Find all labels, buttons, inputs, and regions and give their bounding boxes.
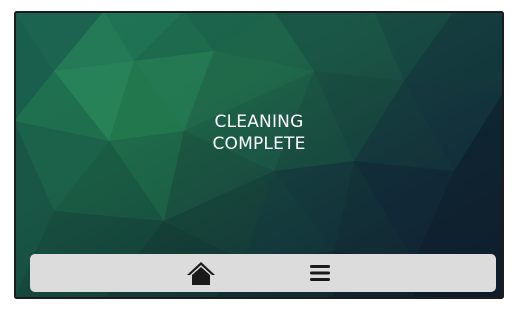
- menu-button[interactable]: [290, 254, 350, 292]
- status-message: CLEANING COMPLETE: [14, 111, 504, 155]
- home-button[interactable]: [171, 254, 231, 292]
- status-message-line2: COMPLETE: [212, 134, 306, 154]
- bottom-navbar: [30, 254, 496, 292]
- touch-screen: CLEANING COMPLETE: [14, 11, 504, 299]
- status-message-line1: CLEANING: [214, 112, 304, 132]
- device-bezel: CLEANING COMPLETE: [0, 0, 518, 309]
- home-icon: [187, 262, 215, 285]
- hamburger-menu-icon: [310, 265, 330, 281]
